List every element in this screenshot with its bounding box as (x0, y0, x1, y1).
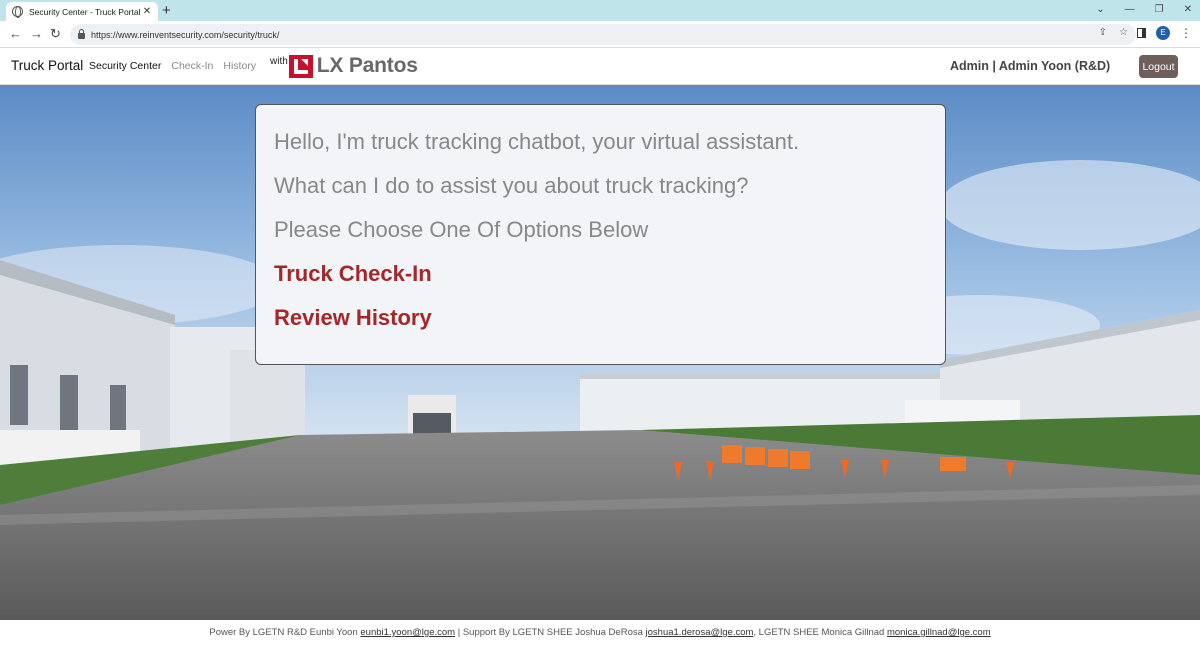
back-arrow-icon[interactable]: ← (9, 25, 22, 43)
truck-check-in-option[interactable]: Truck Check-In (274, 261, 927, 287)
nav-check-in[interactable]: Check-In (171, 60, 213, 72)
chatbot-greeting: Hello, I'm truck tracking chatbot, your … (274, 129, 800, 154)
restore-icon[interactable]: ❐ (1155, 1, 1164, 18)
globe-icon (12, 6, 23, 18)
lock-icon[interactable] (78, 29, 85, 39)
share-icon[interactable]: ⇪ (1099, 27, 1107, 38)
forward-arrow-icon[interactable]: → (30, 25, 43, 43)
user-info: Admin | Admin Yoon (R&D) (950, 59, 1111, 73)
footer-email-eunbi[interactable]: eunbi1.yoon@lge.com (360, 627, 455, 638)
footer-support-text: | Support By LGETN SHEE Joshua DeRosa (457, 627, 643, 638)
close-tab-icon[interactable]: ✕ (142, 6, 152, 17)
review-history-option[interactable]: Review History (274, 305, 927, 331)
minimize-icon[interactable]: — (1125, 1, 1135, 18)
logo-with-text: with (270, 56, 288, 67)
nav-security-center[interactable]: Security Center (89, 60, 161, 72)
new-tab-icon[interactable]: + (162, 2, 171, 19)
chevron-down-icon[interactable]: ⌄ (1096, 1, 1104, 18)
side-panel-icon[interactable] (1137, 28, 1146, 38)
window-controls: ⌄ — ❐ ✕ (1096, 1, 1192, 18)
logout-button[interactable]: Logout (1139, 55, 1178, 78)
app-navbar: Truck Portal Security Center Check-In Hi… (0, 48, 1200, 85)
browser-tab[interactable]: Security Center - Truck Portal ✕ (6, 2, 158, 21)
reload-icon[interactable]: ↻ (50, 25, 61, 43)
browser-tabstrip: Security Center - Truck Portal ✕ + ⌄ — ❐… (0, 0, 1200, 21)
tab-title: Security Center - Truck Portal (29, 6, 141, 17)
lx-logo-mark-icon (288, 55, 313, 78)
footer-power-text: Power By LGETN R&D Eunbi Yoon (209, 627, 358, 638)
lx-pantos-logo: with LX Pantos (270, 53, 418, 79)
chatbot-question: What can I do to assist you about truck … (274, 173, 749, 198)
chatbot-card: Hello, I'm truck tracking chatbot, your … (255, 104, 946, 365)
address-bar[interactable]: https://www.reinventsecurity.com/securit… (70, 24, 1136, 45)
profile-avatar[interactable]: E (1156, 26, 1170, 40)
browser-toolbar: ← → ↻ https://www.reinventsecurity.com/s… (0, 21, 1200, 48)
logo-text: LX Pantos (316, 54, 418, 77)
nav-links: Security Center Check-In History (89, 60, 256, 72)
footer-support-mid-text: , LGETN SHEE Monica Gillnad (753, 627, 885, 638)
bookmark-star-icon[interactable]: ☆ (1119, 27, 1128, 38)
menu-kebab-icon[interactable]: ⋮ (1180, 26, 1192, 40)
nav-history[interactable]: History (223, 60, 256, 72)
url-text[interactable]: https://www.reinventsecurity.com/securit… (91, 30, 279, 40)
brand-title[interactable]: Truck Portal (11, 58, 83, 73)
footer-email-monica[interactable]: monica.gillnad@lge.com (887, 627, 991, 638)
chatbot-prompt: Please Choose One Of Options Below (274, 217, 649, 242)
footer-email-joshua[interactable]: joshua1.derosa@lge.com (646, 627, 754, 638)
footer: Power By LGETN R&D Eunbi Yoon eunbi1.yoo… (0, 620, 1200, 645)
close-window-icon[interactable]: ✕ (1184, 1, 1192, 18)
